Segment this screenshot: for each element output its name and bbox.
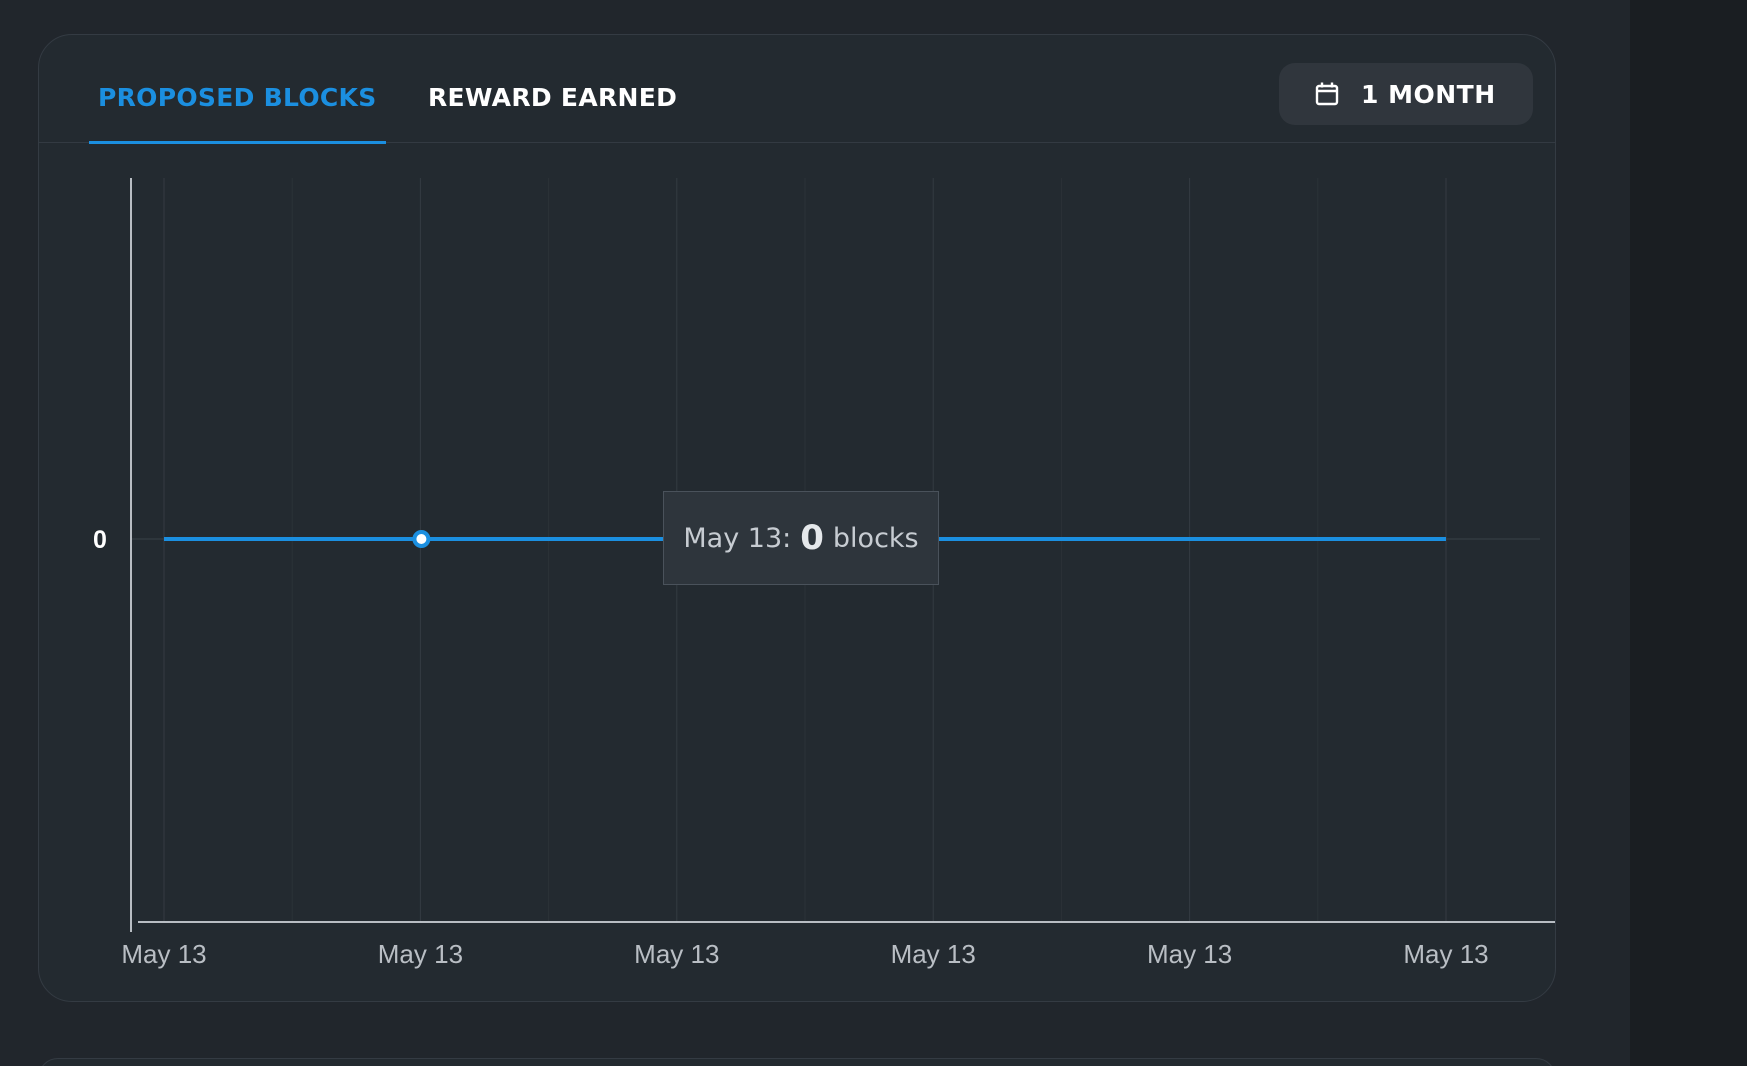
x-tick-label: May 13: [121, 939, 206, 969]
highlighted-data-point: [412, 530, 431, 548]
tooltip-unit: blocks: [832, 522, 919, 554]
x-tick-label: May 13: [378, 939, 463, 969]
page: PROPOSED BLOCKS REWARD EARNED 1 MONTH 0 …: [0, 0, 1747, 1066]
tooltip-value: 0: [800, 518, 824, 558]
x-tick-label: May 13: [891, 939, 976, 969]
chart-tooltip: May 13: 0 blocks: [663, 491, 939, 585]
next-card: [38, 1058, 1556, 1066]
x-tick-label: May 13: [634, 939, 719, 969]
tooltip-date: May 13:: [683, 522, 792, 554]
y-tick-label: 0: [93, 526, 107, 554]
x-tick-label: May 13: [1147, 939, 1232, 969]
x-tick-label: May 13: [1403, 939, 1488, 969]
